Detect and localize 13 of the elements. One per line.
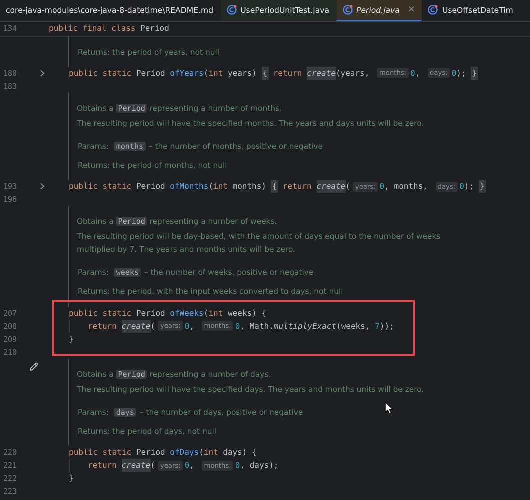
code-line: public final class Period bbox=[49, 22, 170, 35]
class-icon bbox=[342, 5, 352, 15]
chevron-right-icon[interactable] bbox=[40, 183, 45, 190]
chevron-right-icon[interactable] bbox=[40, 70, 45, 76]
class-icon bbox=[226, 5, 237, 15]
code-line: public static Period ofDays(int days) { bbox=[68, 447, 257, 459]
code-line: } bbox=[68, 473, 74, 485]
pencil-icon[interactable] bbox=[29, 362, 39, 372]
code-line: public static Period ofWeeks(int weeks) { bbox=[68, 308, 267, 320]
mouse-pointer-icon bbox=[385, 402, 394, 415]
code-line: } bbox=[68, 334, 74, 346]
class-icon bbox=[428, 5, 438, 15]
close-button[interactable]: × bbox=[408, 5, 416, 15]
